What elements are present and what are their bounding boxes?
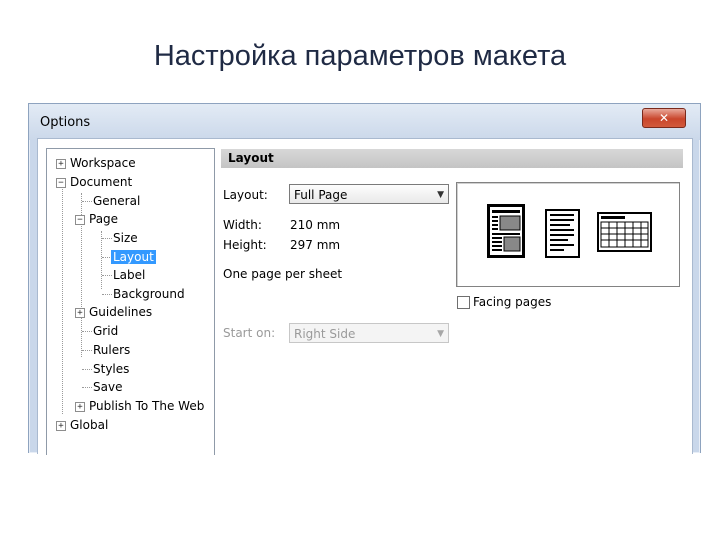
pages-note: One page per sheet [223, 267, 343, 281]
panel-header: Layout [221, 149, 683, 168]
layout-select-value: Full Page [294, 188, 348, 202]
tree-item-guidelines[interactable]: + Guidelines [75, 304, 152, 320]
collapse-icon[interactable]: − [56, 178, 66, 188]
tree-item-label: Workspace [70, 156, 136, 170]
expand-icon[interactable]: + [75, 402, 85, 412]
chevron-down-icon: ▼ [437, 190, 444, 200]
tree-item-background[interactable]: Background [113, 286, 185, 302]
tree-item-workspace[interactable]: + Workspace [56, 155, 136, 171]
tree-item-label: Save [93, 380, 123, 394]
tree-item-publish[interactable]: + Publish To The Web [75, 398, 204, 414]
tree-item-page[interactable]: − Page [75, 211, 118, 227]
tree-item-general[interactable]: General [93, 193, 140, 209]
tree-item-save[interactable]: Save [93, 379, 122, 395]
tree-item-label: Document [70, 175, 133, 189]
height-label: Height: [223, 238, 267, 252]
tree-item-styles[interactable]: Styles [93, 361, 129, 377]
dialog-client: + Workspace − Document General − Page Size … [37, 138, 693, 455]
tree-item-rulers[interactable]: Rulers [93, 342, 130, 358]
tree-item-document[interactable]: − Document [56, 174, 132, 190]
layout-preview [456, 182, 680, 287]
height-value: 297 mm [290, 238, 341, 252]
tree-item-label: Label [113, 268, 146, 282]
width-value: 210 mm [290, 218, 341, 232]
tree-item-label: Rulers [93, 343, 131, 357]
close-icon: ✕ [658, 111, 670, 125]
slide-title: Настройка параметров макета [153, 40, 567, 72]
tree-item-label: Grid [93, 324, 119, 338]
expand-icon[interactable]: + [75, 308, 85, 318]
tree-item-label: General [93, 194, 141, 208]
options-tree[interactable]: + Workspace − Document General − Page Size … [46, 148, 215, 455]
facing-pages-label[interactable]: Facing pages [473, 295, 551, 309]
tree-item-layout[interactable]: Layout [111, 249, 156, 265]
chevron-down-icon: ▼ [437, 329, 444, 339]
tree-item-grid[interactable]: Grid [93, 323, 118, 339]
width-label: Width: [223, 218, 262, 232]
tree-item-label: Publish To The Web [89, 399, 205, 413]
layout-panel: Layout Layout: Full Page ▼ Width: 210 mm… [221, 146, 685, 454]
expand-icon[interactable]: + [56, 159, 66, 169]
collapse-icon[interactable]: − [75, 215, 85, 225]
close-button[interactable]: ✕ [642, 108, 686, 128]
tree-item-label-page[interactable]: Label [113, 267, 145, 283]
table-layout-icon [597, 212, 652, 252]
tree-item-label: Global [70, 418, 109, 432]
expand-icon[interactable]: + [56, 421, 66, 431]
tree-item-label: Page [89, 212, 119, 226]
window-title: Options [40, 115, 91, 130]
tree-item-label: Layout [111, 250, 156, 264]
tree-item-size[interactable]: Size [113, 230, 138, 246]
tree-item-label: Background [113, 287, 185, 301]
layout-preview-graphic [487, 204, 652, 258]
options-dialog: Options ✕ + Workspace − Document General… [28, 103, 701, 455]
layout-select[interactable]: Full Page ▼ [289, 184, 449, 204]
full-page-layout-icon [487, 204, 525, 258]
tree-item-label: Styles [93, 362, 130, 376]
facing-pages-checkbox[interactable] [457, 296, 470, 309]
tree-item-global[interactable]: + Global [56, 417, 108, 433]
layout-label: Layout: [223, 188, 268, 202]
tree-item-label: Size [113, 231, 138, 245]
start-on-select-value: Right Side [294, 327, 356, 341]
tree-item-label: Guidelines [89, 305, 153, 319]
start-on-label: Start on: [223, 326, 276, 340]
book-layout-icon [545, 209, 580, 258]
start-on-select[interactable]: Right Side ▼ [289, 323, 449, 343]
title-bar[interactable]: Options ✕ [29, 104, 700, 140]
